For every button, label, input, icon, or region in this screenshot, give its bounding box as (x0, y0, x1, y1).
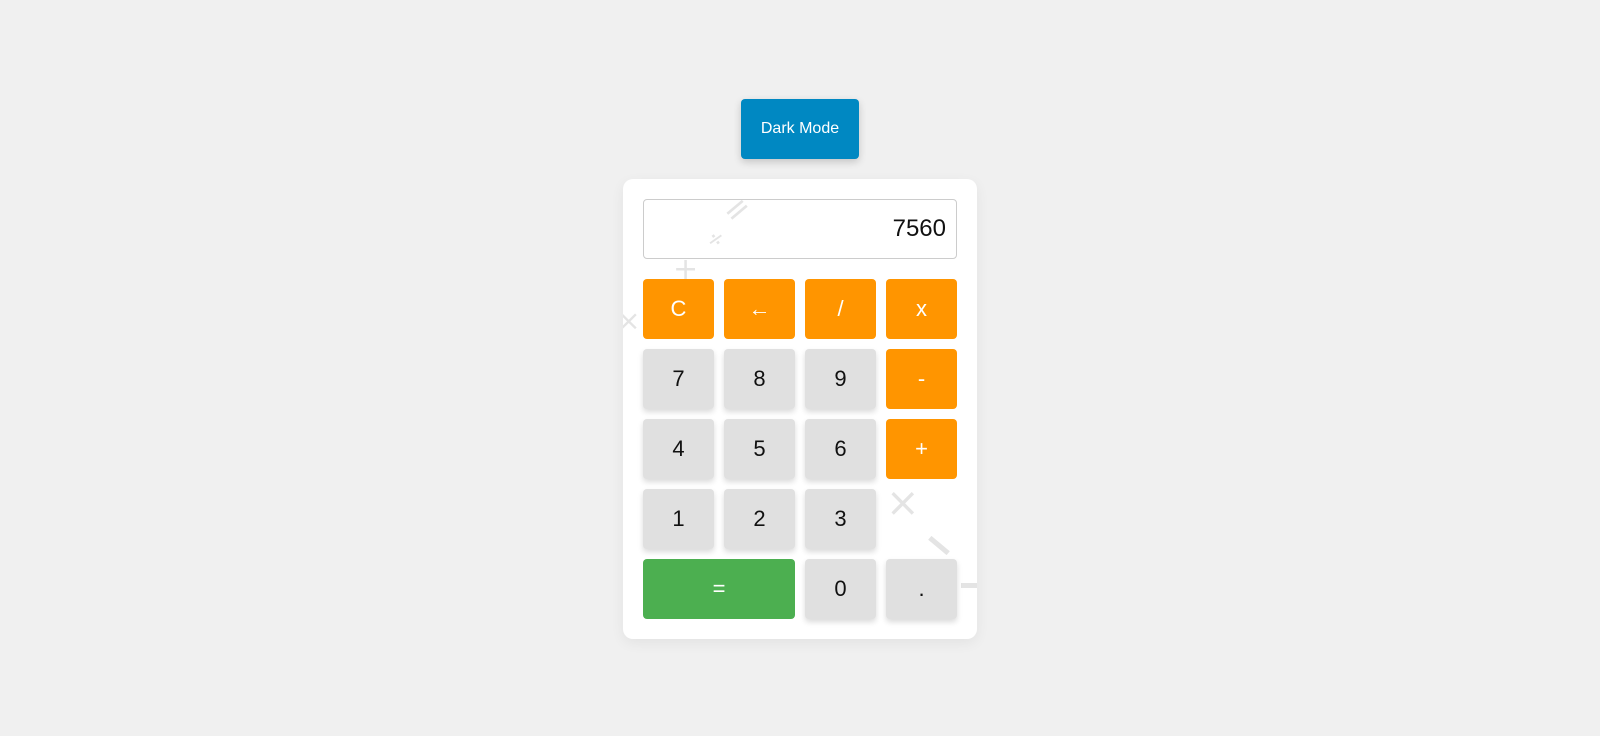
backspace-button[interactable]: ← (724, 279, 795, 339)
digit-8-button[interactable]: 8 (724, 349, 795, 409)
digit-6-button[interactable]: 6 (805, 419, 876, 479)
dark-mode-button[interactable]: Dark Mode (741, 99, 859, 159)
subtract-button[interactable]: - (886, 349, 957, 409)
page: Dark Mode × + ÷ = × C ← / x 7 8 9 - 4 5 … (0, 0, 1600, 736)
multiply-button[interactable]: x (886, 279, 957, 339)
divide-button[interactable]: / (805, 279, 876, 339)
digit-7-button[interactable]: 7 (643, 349, 714, 409)
decorative-minus-icon (928, 535, 950, 556)
decorative-times-icon: × (623, 304, 641, 337)
decimal-button[interactable]: . (886, 559, 957, 619)
digit-9-button[interactable]: 9 (805, 349, 876, 409)
calculator-display[interactable] (643, 199, 957, 259)
calculator: × + ÷ = × C ← / x 7 8 9 - 4 5 6 + 1 2 3 … (623, 179, 977, 639)
digit-4-button[interactable]: 4 (643, 419, 714, 479)
digit-3-button[interactable]: 3 (805, 489, 876, 549)
digit-2-button[interactable]: 2 (724, 489, 795, 549)
decorative-minus-icon (961, 583, 977, 588)
digit-5-button[interactable]: 5 (724, 419, 795, 479)
equals-button[interactable]: = (643, 559, 795, 619)
digit-0-button[interactable]: 0 (805, 559, 876, 619)
digit-1-button[interactable]: 1 (643, 489, 714, 549)
clear-button[interactable]: C (643, 279, 714, 339)
decorative-times-icon: × (886, 480, 920, 526)
add-button[interactable]: + (886, 419, 957, 479)
